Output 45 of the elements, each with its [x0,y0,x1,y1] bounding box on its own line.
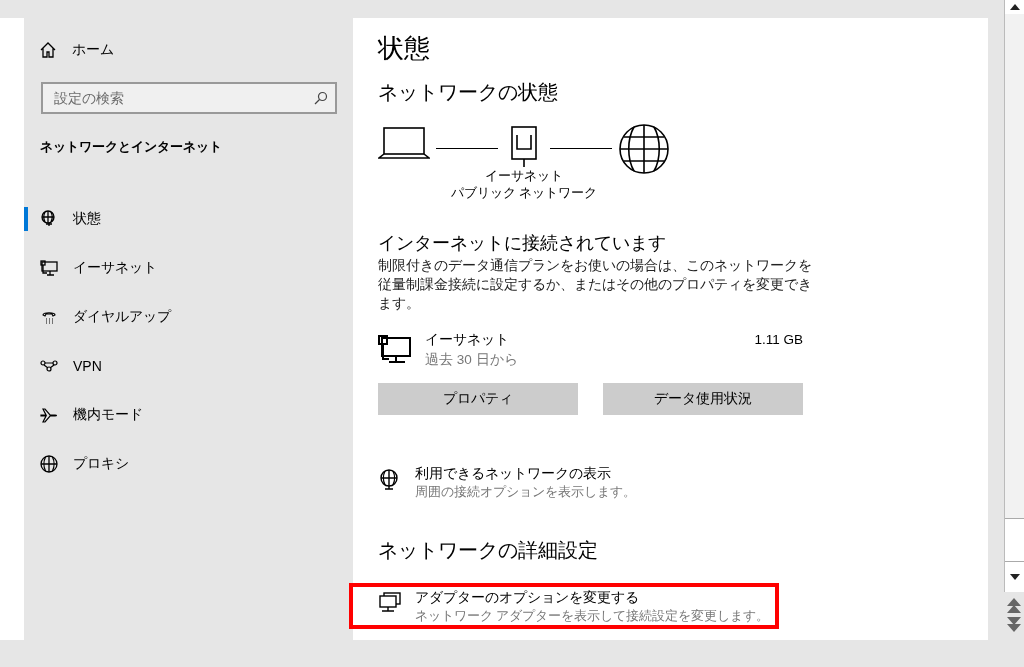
network-type-caption: パブリック ネットワーク [450,185,598,202]
down-arrow-icon[interactable] [1009,574,1020,580]
usage-period: 過去 30 日から [425,351,518,369]
page-title: 状態 [378,32,431,65]
link-title: アダプターのオプションを変更する [415,589,640,607]
settings-button[interactable]: データ使用状況 [603,383,803,415]
nav-item[interactable]: プロキシ [24,439,353,488]
page-down-icon[interactable] [1007,616,1021,632]
vpn-icon [40,358,58,373]
monitors-icon [378,592,402,614]
nav-item[interactable]: 機内モード [24,390,353,439]
section-heading: ネットワークの状態 [378,80,559,105]
globe-icon [618,123,670,175]
search-icon [314,91,328,105]
page-up-icon[interactable] [1007,598,1021,614]
search-field[interactable]: 設定の検索 [41,82,337,114]
section-heading: ネットワークの詳細設定 [378,538,599,563]
link-description: ネットワーク アダプターを表示して接続設定を変更します。 [415,608,770,625]
data-usage: 1.11 GB [754,331,803,349]
link-title: 利用できるネットワークの表示 [415,465,612,483]
globe-monitor-icon [40,209,58,228]
scroll-thumb[interactable] [1005,518,1024,562]
settings-button[interactable]: プロパティ [378,383,578,415]
nav-item[interactable]: VPN [24,341,353,390]
home-icon [40,42,56,58]
settings-link[interactable]: 利用できるネットワークの表示 周囲の接続オプションを表示します。 [378,461,644,505]
monitor-icon [40,259,58,276]
network-port-icon [510,126,538,168]
nav-item[interactable]: イーサネット [24,243,353,292]
link-description: 周囲の接続オプションを表示します。 [415,484,636,501]
connection-status: インターネットに接続されています [378,232,667,255]
section-heading: ネットワークとインターネット [40,138,223,156]
up-arrow-icon[interactable] [1009,4,1020,10]
monitor-icon [378,335,412,365]
home-link[interactable]: ホーム [40,40,353,60]
nav-item[interactable]: 状態 [24,194,353,243]
globe-icon [40,454,58,473]
scrollbar[interactable] [1004,0,1024,592]
nav-item[interactable]: ダイヤルアップ [24,292,353,341]
settings-link[interactable]: アダプターのオプションを変更する ネットワーク アダプターを表示して接続設定を変更します。 [349,583,780,629]
adapter-name: イーサネット [425,331,510,349]
laptop-icon [378,126,430,160]
description-text: 制限付きのデータ通信プランをお使いの場合は、このネットワークを従量制課金接続に設定するか、またはその他のプロパティを変更できます。 [378,257,813,313]
airplane-icon [40,405,58,424]
adapter-caption: イーサネット [485,168,563,185]
